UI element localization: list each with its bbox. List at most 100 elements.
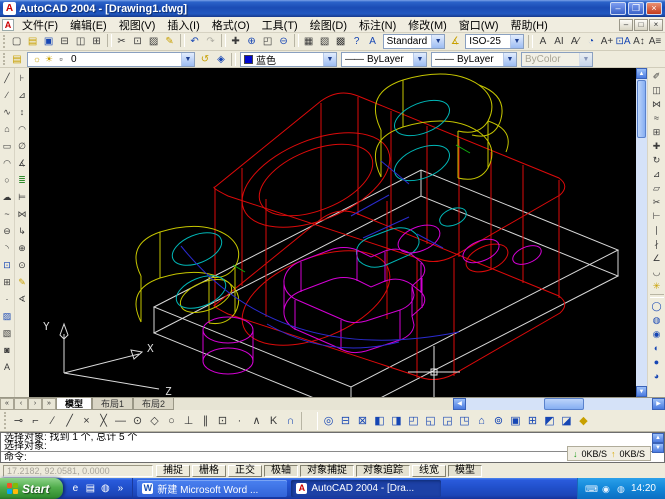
snap-quadrant-icon[interactable]: ◇ bbox=[146, 412, 163, 430]
insert-block-icon[interactable]: ⊡ bbox=[1, 257, 14, 274]
status-lineweight-button[interactable]: 线宽 bbox=[412, 464, 446, 477]
copy-icon[interactable]: ⊡ bbox=[130, 34, 146, 49]
layer-combo[interactable]: ☼ ☀ ▫ 0 ▼ bbox=[27, 51, 195, 67]
shade-3d-wireframe-icon[interactable]: ◍ bbox=[649, 313, 665, 327]
ucs-icon-btn[interactable]: ⊞ bbox=[524, 412, 541, 430]
nw-isometric-icon[interactable]: ⊚ bbox=[490, 412, 507, 430]
toolbar-icon[interactable] bbox=[106, 34, 112, 47]
dimension-edit-icon[interactable]: ✎ bbox=[16, 274, 29, 291]
baseline-dimension-icon[interactable]: ⊨ bbox=[16, 189, 29, 206]
dim-style-icon[interactable]: ∡ bbox=[447, 34, 463, 49]
ucs-3point-icon[interactable]: ◆ bbox=[575, 412, 592, 430]
zoom-window-icon[interactable]: ◰ bbox=[260, 34, 276, 49]
snap-endpoint-icon[interactable]: ∕ bbox=[44, 412, 61, 430]
extend-icon[interactable]: ⊢ bbox=[649, 209, 665, 223]
linear-dimension-icon[interactable]: ⊦ bbox=[16, 70, 29, 87]
command-prompt[interactable]: 命令: bbox=[1, 452, 664, 463]
help-icon[interactable]: ? bbox=[349, 34, 365, 49]
bottom-view-icon[interactable]: ⊠ bbox=[354, 412, 371, 430]
combo-arrow-icon[interactable]: ▼ bbox=[323, 52, 336, 66]
se-isometric-icon[interactable]: ◳ bbox=[456, 412, 473, 430]
modify-tool-icon[interactable] bbox=[649, 294, 664, 298]
status-grid-button[interactable]: 栅格 bbox=[192, 464, 226, 477]
spline-icon[interactable]: ~ bbox=[1, 206, 14, 223]
back-view-icon[interactable]: ◱ bbox=[422, 412, 439, 430]
network-tray-icon[interactable]: ◍ bbox=[615, 483, 627, 495]
status-snap-button[interactable]: 捕捉 bbox=[156, 464, 190, 477]
cut-icon[interactable]: ✂ bbox=[114, 34, 130, 49]
new-icon[interactable]: ▢ bbox=[9, 34, 25, 49]
quick-leader-icon[interactable]: ↳ bbox=[16, 223, 29, 240]
stretch-icon[interactable]: ▱ bbox=[649, 181, 665, 195]
snap-from-icon[interactable]: ⌐ bbox=[27, 412, 44, 430]
lineweight-combo[interactable]: —— ByLayer ▼ bbox=[431, 51, 517, 67]
ucs-face-icon[interactable]: ◪ bbox=[558, 412, 575, 430]
layer-manager-icon[interactable]: ▤ bbox=[9, 52, 25, 67]
make-block-icon[interactable]: ⊞ bbox=[1, 274, 14, 291]
drawing-area[interactable]: Y X Z bbox=[29, 68, 636, 397]
mdi-window-button[interactable]: × bbox=[649, 18, 663, 31]
ucs-world-icon[interactable]: ◩ bbox=[541, 412, 558, 430]
open-icon[interactable]: ▤ bbox=[25, 34, 41, 49]
spell-icon[interactable]: A+ bbox=[599, 34, 615, 49]
mdi-window-button[interactable]: – bbox=[619, 18, 633, 31]
toolbar-grip[interactable] bbox=[3, 34, 6, 49]
combo-arrow-icon[interactable]: ▼ bbox=[181, 52, 194, 66]
show-desktop-icon[interactable]: ▤ bbox=[84, 483, 96, 495]
pan-icon[interactable]: ✚ bbox=[228, 34, 244, 49]
toolbar-icon[interactable] bbox=[220, 34, 226, 47]
ellipse-icon[interactable]: ⊖ bbox=[1, 223, 14, 240]
snap-extension-icon[interactable]: — bbox=[112, 412, 129, 430]
arc-icon[interactable]: ◠ bbox=[1, 155, 14, 172]
color-combo[interactable]: 蓝色 ▼ bbox=[240, 51, 337, 67]
properties-icon[interactable]: ▦ bbox=[301, 34, 317, 49]
volume-tray-icon[interactable]: ◉ bbox=[600, 483, 612, 495]
dim-style-combo[interactable]: ISO-25 ▼ bbox=[465, 34, 524, 49]
horizontal-scroll-thumb[interactable] bbox=[544, 398, 585, 410]
combo-arrow-icon[interactable]: ▼ bbox=[413, 52, 426, 66]
start-button[interactable]: Start bbox=[0, 478, 64, 499]
chamfer-icon[interactable]: ∠ bbox=[649, 251, 665, 265]
explode-icon[interactable]: ✳ bbox=[649, 279, 665, 293]
polyline-icon[interactable]: ∿ bbox=[1, 104, 14, 121]
tolerance-icon[interactable]: ⊕ bbox=[16, 240, 29, 257]
shade-flat-icon[interactable]: ◐ bbox=[649, 341, 665, 355]
linetype-combo[interactable]: —— ByLayer ▼ bbox=[341, 51, 427, 67]
coordinate-readout[interactable]: 17.2182, 92.0581, 0.0000 bbox=[3, 464, 153, 477]
keyboard-tray-icon[interactable]: ⌨ bbox=[585, 483, 598, 495]
scale-icon[interactable]: ⊿ bbox=[649, 167, 665, 181]
line-icon[interactable]: ╱ bbox=[1, 70, 14, 87]
menu-item[interactable]: 编辑(E) bbox=[64, 20, 113, 32]
array-icon[interactable]: ⊞ bbox=[649, 125, 665, 139]
trim-icon[interactable]: ✂ bbox=[649, 195, 665, 209]
vertical-scroll-thumb[interactable] bbox=[637, 80, 646, 138]
snap-nearest-icon[interactable]: ∧ bbox=[248, 412, 265, 430]
copy-object-icon[interactable]: ◫ bbox=[649, 83, 665, 97]
task-word[interactable]: W 新建 Microsoft Word ... bbox=[137, 480, 288, 497]
vertical-scrollbar[interactable]: ▲ ▼ bbox=[636, 68, 647, 397]
minimize-button[interactable]: – bbox=[610, 2, 626, 15]
construction-line-icon[interactable]: ∕ bbox=[1, 87, 14, 104]
edit-text-icon[interactable]: A∕ bbox=[567, 34, 583, 49]
bulb-icon[interactable]: ☼ bbox=[31, 54, 43, 65]
snap-tangent-icon[interactable]: ○ bbox=[163, 412, 180, 430]
polygon-icon[interactable]: ⌂ bbox=[1, 121, 14, 138]
mtext-tool-icon[interactable]: A bbox=[1, 359, 14, 376]
lock-icon[interactable]: ▫ bbox=[55, 54, 67, 65]
hatch-icon[interactable]: ▨ bbox=[1, 308, 14, 325]
mirror-icon[interactable]: ⋈ bbox=[649, 97, 665, 111]
status-osnap-button[interactable]: 对象捕捉 bbox=[300, 464, 354, 477]
find-text-icon[interactable]: ◔ bbox=[583, 34, 599, 49]
save-icon[interactable]: ▣ bbox=[41, 34, 57, 49]
dimension-style-icon[interactable]: ∢ bbox=[16, 291, 29, 308]
scroll-up-icon[interactable]: ▲ bbox=[652, 433, 664, 443]
snap-intersection-icon[interactable]: × bbox=[78, 412, 95, 430]
text-style-combo[interactable]: Standard ▼ bbox=[382, 34, 446, 49]
snap-none-icon[interactable]: K bbox=[265, 412, 282, 430]
snap-center-icon[interactable]: ⊙ bbox=[129, 412, 146, 430]
ne-isometric-icon[interactable]: ⌂ bbox=[473, 412, 490, 430]
justify-text-icon[interactable]: A≡ bbox=[647, 34, 663, 49]
shade-gouraud-icon[interactable]: ● bbox=[649, 355, 665, 369]
command-line-panel[interactable]: 选择对象: 找到 1 个, 总计 5 个选择对象: 命令: ▲ ▼ ↓ 0KB/… bbox=[0, 432, 665, 463]
move-icon[interactable]: ✚ bbox=[649, 139, 665, 153]
